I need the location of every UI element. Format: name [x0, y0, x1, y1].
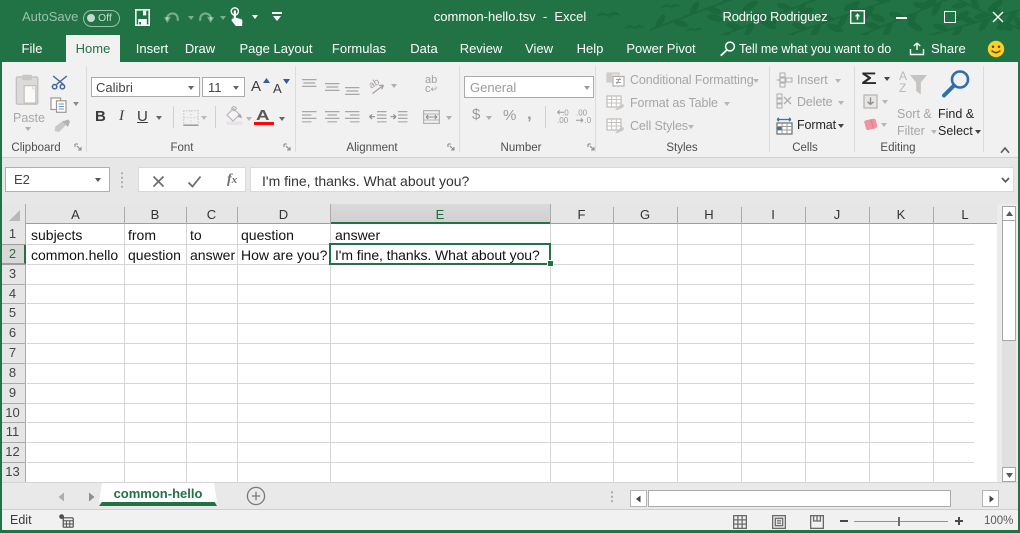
svg-text:.0: .0: [585, 116, 592, 124]
svg-text:.0: .0: [562, 109, 569, 118]
svg-text:ab: ab: [368, 78, 382, 91]
